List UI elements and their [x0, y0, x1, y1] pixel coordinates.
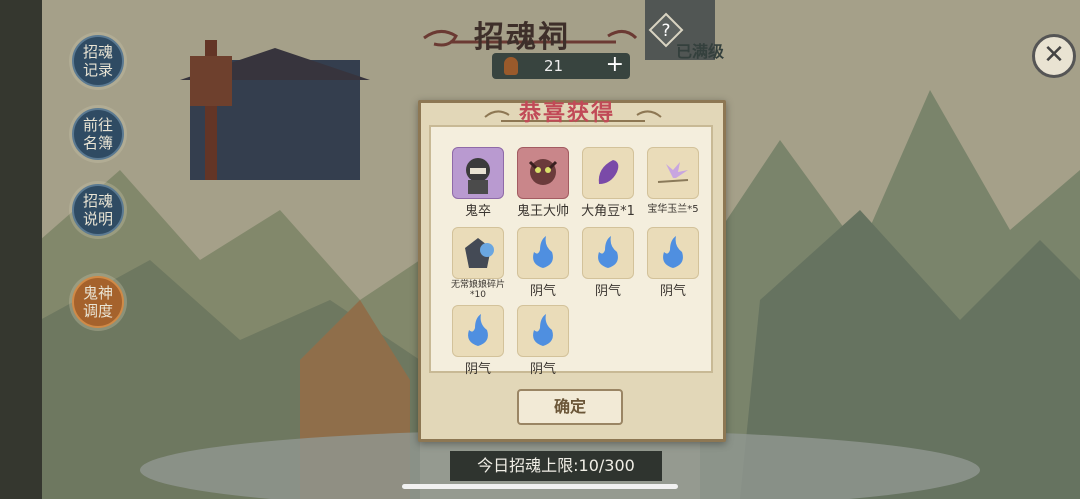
sidebar-item-summon-help[interactable]: 招魂说明: [72, 184, 124, 236]
reward-item[interactable]: 大角豆*1: [577, 147, 639, 219]
reward-item-label: 阴气: [594, 284, 621, 299]
reward-item[interactable]: 阴气: [642, 227, 704, 299]
reward-item[interactable]: 宝华玉兰*5: [642, 147, 704, 215]
reward-item[interactable]: 无常娘娘碎片*10: [447, 227, 509, 300]
yin-flame-icon: [517, 305, 569, 357]
reward-item[interactable]: 阴气: [577, 227, 639, 299]
page-title: 招魂祠: [474, 20, 570, 55]
reward-item-label: 阴气: [464, 362, 491, 377]
reward-item-label: 大角豆*1: [581, 204, 635, 219]
add-token-button[interactable]: +: [606, 52, 624, 77]
close-icon: ✕: [1043, 40, 1065, 70]
reward-item-label: 阴气: [529, 362, 556, 377]
reward-item-label: 阴气: [529, 284, 556, 299]
yin-flame-icon: [647, 227, 699, 279]
reward-item-label: 无常娘娘碎片*10: [450, 280, 505, 300]
dialog-title-banner: 恭喜获得: [481, 95, 665, 129]
sidebar-item-summon-record[interactable]: 招魂记录: [72, 35, 124, 87]
reward-dialog: 鬼卒 鬼王大帅 大角豆*1 宝华玉兰*5 无常娘娘碎片*10 阴气 阴气 阴气 …: [418, 100, 726, 442]
sidebar-item-label: 前往名簿: [82, 116, 113, 152]
sidebar-item-label: 鬼神调度: [82, 284, 113, 320]
reward-item-label: 鬼卒: [464, 204, 491, 219]
reward-item[interactable]: 阴气: [447, 305, 509, 377]
yin-flame-icon: [517, 227, 569, 279]
help-symbol: ?: [661, 21, 670, 41]
home-indicator[interactable]: [402, 484, 678, 489]
sidebar-item-ghost-dispatch[interactable]: 鬼神调度: [72, 276, 124, 328]
reward-item[interactable]: 阴气: [512, 305, 574, 377]
left-edge-strip: [0, 0, 42, 499]
summon-limit-label: 今日招魂上限:10/300: [450, 451, 662, 481]
counter-value: 21: [544, 57, 564, 75]
reward-item[interactable]: 鬼王大帅: [512, 147, 574, 219]
sidebar-item-label: 招魂记录: [82, 43, 113, 79]
sidebar-item-goto-roster[interactable]: 前往名簿: [72, 108, 124, 160]
ghost-king-icon: [517, 147, 569, 199]
reward-item[interactable]: 鬼卒: [447, 147, 509, 219]
reward-item-label: 阴气: [659, 284, 686, 299]
yin-flame-icon: [452, 305, 504, 357]
yin-flame-icon: [582, 227, 634, 279]
ghost-soldier-icon: [452, 147, 504, 199]
close-button[interactable]: ✕: [1032, 34, 1076, 78]
reward-panel: 鬼卒 鬼王大帅 大角豆*1 宝华玉兰*5 无常娘娘碎片*10 阴气 阴气 阴气 …: [429, 125, 713, 377]
summon-token-counter: 21 +: [492, 52, 630, 79]
magnolia-icon: [647, 147, 699, 199]
reward-item-label: 鬼王大帅: [516, 204, 569, 219]
max-level-label: 已满级: [676, 42, 725, 61]
bean-icon: [582, 147, 634, 199]
lantern-icon: [504, 57, 518, 75]
sidebar-item-label: 招魂说明: [82, 192, 113, 228]
page-title-banner: 招魂祠: [420, 8, 640, 55]
confirm-button[interactable]: 确定: [517, 389, 623, 425]
reward-item[interactable]: 阴气: [512, 227, 574, 299]
fragment-icon: [452, 227, 504, 279]
reward-item-label: 宝华玉兰*5: [647, 204, 699, 215]
dialog-title: 恭喜获得: [519, 101, 616, 126]
